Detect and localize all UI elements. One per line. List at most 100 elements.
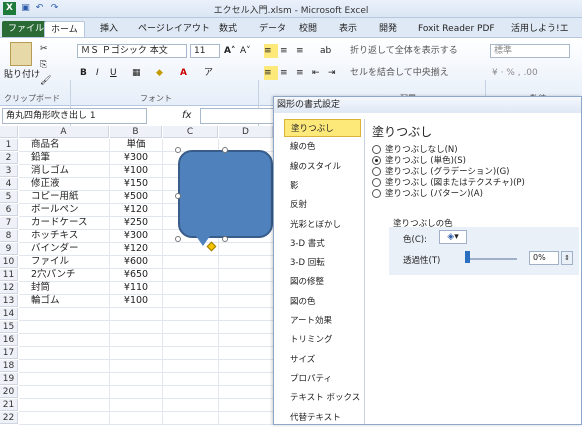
spinner-icon[interactable]: ⇕: [561, 251, 573, 265]
cell-unit-price[interactable]: ¥500: [110, 191, 162, 203]
fill-option-label[interactable]: 塗りつぶしなし(N): [385, 145, 458, 155]
column-header-d[interactable]: D: [219, 126, 273, 138]
merge-center-button[interactable]: セルを結合して中央揃え: [350, 66, 449, 80]
align-bottom-icon[interactable]: ≡: [296, 44, 304, 58]
underline-button[interactable]: U: [110, 66, 117, 80]
row-header[interactable]: 15: [0, 321, 18, 333]
cell-product-name[interactable]: ホッチキス: [19, 230, 109, 242]
fill-option-radio[interactable]: [372, 167, 381, 176]
wrap-text-button[interactable]: 折り返して全体を表示する: [350, 44, 458, 58]
color-picker-button[interactable]: ◈▾: [439, 230, 467, 244]
select-all-corner[interactable]: [0, 126, 18, 138]
row-header[interactable]: 21: [0, 399, 18, 411]
dialog-nav-item[interactable]: 3-D 書式: [284, 235, 361, 253]
cell-product-name[interactable]: 封筒: [19, 282, 109, 294]
cell-unit-price[interactable]: ¥100: [110, 165, 162, 177]
cell-product-name[interactable]: コピー用紙: [19, 191, 109, 203]
resize-handle[interactable]: [222, 147, 228, 153]
tab-home[interactable]: ホーム: [44, 21, 85, 37]
row-header[interactable]: 22: [0, 412, 18, 424]
resize-handle[interactable]: [175, 236, 181, 242]
cell-product-name[interactable]: 商品名: [19, 139, 109, 151]
cell-unit-price[interactable]: ¥110: [110, 282, 162, 294]
fill-option-label[interactable]: 塗りつぶし (図またはテクスチャ)(P): [385, 178, 525, 188]
align-right-icon[interactable]: ≡: [296, 66, 304, 80]
row-header[interactable]: 18: [0, 360, 18, 372]
row-header[interactable]: 11: [0, 269, 18, 281]
dialog-nav-item[interactable]: 光彩とぼかし: [284, 216, 361, 234]
cell-unit-price[interactable]: ¥600: [110, 256, 162, 268]
cell-product-name[interactable]: ボールペン: [19, 204, 109, 216]
row-header[interactable]: 16: [0, 334, 18, 346]
fill-option-label[interactable]: 塗りつぶし (単色)(S): [385, 156, 466, 166]
fill-option-label[interactable]: 塗りつぶし (パターン)(A): [385, 189, 483, 199]
bold-button[interactable]: B: [80, 66, 87, 80]
cell-product-name[interactable]: 修正液: [19, 178, 109, 190]
row-header[interactable]: 12: [0, 282, 18, 294]
fill-option-radio[interactable]: [372, 178, 381, 187]
fx-icon[interactable]: fx: [182, 110, 191, 121]
cell-unit-price[interactable]: ¥300: [110, 230, 162, 242]
paste-icon[interactable]: [10, 42, 32, 66]
rounded-callout-shape[interactable]: [178, 150, 273, 238]
cell-unit-price[interactable]: ¥120: [110, 204, 162, 216]
increase-indent-icon[interactable]: ⇥: [328, 66, 336, 80]
fill-color-icon[interactable]: ◆: [156, 66, 163, 80]
row-header[interactable]: 20: [0, 386, 18, 398]
row-header[interactable]: 14: [0, 308, 18, 320]
tab-addin[interactable]: 活用しよう!エク: [505, 21, 582, 50]
dialog-nav-item[interactable]: 塗りつぶし: [284, 119, 361, 137]
italic-button[interactable]: I: [96, 66, 99, 80]
fill-option-radio[interactable]: [372, 156, 381, 165]
border-icon[interactable]: ▦: [132, 66, 141, 80]
row-header[interactable]: 8: [0, 230, 18, 242]
cell-unit-price[interactable]: ¥150: [110, 178, 162, 190]
name-box[interactable]: 角丸四角形吹き出し 1: [2, 108, 147, 124]
row-header[interactable]: 6: [0, 204, 18, 216]
tab-file[interactable]: ファイル: [2, 21, 51, 37]
dialog-nav-item[interactable]: 線の色: [284, 138, 361, 156]
copy-icon[interactable]: ⎘: [40, 58, 47, 72]
resize-handle[interactable]: [222, 236, 228, 242]
row-header[interactable]: 10: [0, 256, 18, 268]
dialog-nav-item[interactable]: プロパティ: [284, 370, 361, 388]
shrink-font-icon[interactable]: A˅: [240, 44, 251, 58]
cell-unit-price[interactable]: ¥100: [110, 295, 162, 307]
cell-product-name[interactable]: ファイル: [19, 256, 109, 268]
cell-unit-price[interactable]: ¥300: [110, 152, 162, 164]
accounting-icon[interactable]: ¥ · % , .00: [492, 66, 538, 80]
row-header[interactable]: 19: [0, 373, 18, 385]
cell-product-name[interactable]: 2穴パンチ: [19, 269, 109, 281]
font-color-icon[interactable]: A: [180, 66, 187, 80]
dialog-nav-item[interactable]: 図の修整: [284, 273, 361, 291]
grow-font-icon[interactable]: A˄: [224, 44, 235, 58]
column-header-c[interactable]: C: [163, 126, 218, 138]
tab-page-layout[interactable]: ページレイアウト: [132, 21, 216, 37]
cell-unit-price[interactable]: ¥120: [110, 243, 162, 255]
cell-product-name[interactable]: カードケース: [19, 217, 109, 229]
tab-formulas[interactable]: 数式: [213, 21, 243, 37]
tab-view[interactable]: 表示: [333, 21, 363, 37]
fill-option-radio[interactable]: [372, 145, 381, 154]
orientation-icon[interactable]: ab: [320, 44, 331, 58]
row-header[interactable]: 17: [0, 347, 18, 359]
column-header-a[interactable]: A: [19, 126, 109, 138]
align-middle-icon[interactable]: ≡: [280, 44, 288, 58]
cell-unit-price[interactable]: ¥250: [110, 217, 162, 229]
row-header[interactable]: 13: [0, 295, 18, 307]
format-painter-icon[interactable]: 🖌: [40, 74, 51, 88]
resize-handle[interactable]: [175, 147, 181, 153]
row-header[interactable]: 7: [0, 217, 18, 229]
cut-icon[interactable]: ✂: [40, 42, 48, 56]
formula-bar[interactable]: [200, 108, 275, 124]
transparency-input[interactable]: 0%: [529, 251, 559, 265]
cell-product-name[interactable]: 消しゴム: [19, 165, 109, 177]
dialog-nav-item[interactable]: アート効果: [284, 312, 361, 330]
cell-product-name[interactable]: 輪ゴム: [19, 295, 109, 307]
dialog-nav-item[interactable]: テキスト ボックス: [284, 389, 361, 407]
row-header[interactable]: 4: [0, 178, 18, 190]
tab-foxit[interactable]: Foxit Reader PDF: [412, 21, 501, 37]
dialog-nav-item[interactable]: 3-D 回転: [284, 254, 361, 272]
font-name-select[interactable]: ＭＳ Ｐゴシック 本文: [77, 44, 187, 58]
cell-unit-price[interactable]: ¥650: [110, 269, 162, 281]
